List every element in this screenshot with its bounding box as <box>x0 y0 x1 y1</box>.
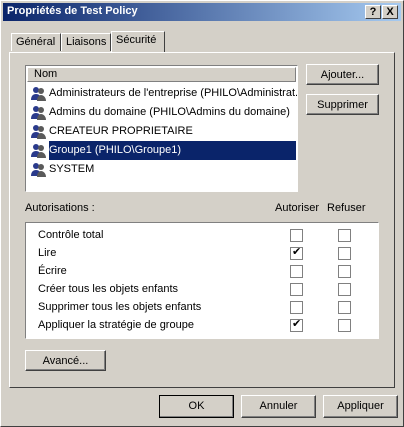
tab-links-label: Liaisons <box>66 36 107 48</box>
permission-label-apply-gpo: Appliquer la stratégie de groupe <box>38 319 194 331</box>
permission-label-delete-children: Supprimer tous les objets enfants <box>38 301 202 313</box>
advanced-button-label: Avancé... <box>42 355 89 367</box>
tab-general[interactable]: Général <box>11 33 61 51</box>
list-item[interactable]: CREATEUR PROPRIETAIRE <box>28 122 296 141</box>
list-item-label: CREATEUR PROPRIETAIRE <box>49 125 193 137</box>
group-users-icon <box>31 106 46 120</box>
ok-button-label: OK <box>188 400 205 412</box>
remove-button[interactable]: Supprimer <box>306 94 379 115</box>
permission-label-read: Lire <box>38 247 57 259</box>
deny-checkbox-delete-children[interactable] <box>338 301 351 314</box>
remove-button-label: Supprimer <box>317 99 368 111</box>
advanced-button[interactable]: Avancé... <box>25 350 106 371</box>
allow-checkbox-delete-children[interactable] <box>290 301 303 314</box>
cancel-button[interactable]: Annuler <box>241 395 316 418</box>
tab-links[interactable]: Liaisons <box>61 33 111 51</box>
allow-checkbox-apply-gpo[interactable] <box>290 317 303 332</box>
deny-column-header: Refuser <box>327 202 366 214</box>
window-title: Propriétés de Test Policy <box>7 5 138 17</box>
group-users-icon <box>31 125 46 139</box>
tab-security-label: Sécurité <box>116 34 157 46</box>
column-header-name[interactable]: Nom <box>27 67 296 82</box>
deny-checkbox-create-children[interactable] <box>338 283 351 296</box>
add-button[interactable]: Ajouter... <box>306 64 379 85</box>
deny-checkbox-full-control[interactable] <box>338 229 351 242</box>
list-item-selected[interactable]: Groupe1 (PHILO\Groupe1) <box>28 141 296 160</box>
apply-button[interactable]: Appliquer <box>323 395 398 418</box>
deny-checkbox-write[interactable] <box>338 265 351 278</box>
allow-checkbox-write[interactable] <box>290 265 303 278</box>
group-users-icon <box>31 144 46 158</box>
list-item-label: Groupe1 (PHILO\Groupe1) <box>49 144 182 156</box>
principals-list[interactable]: Nom Administrateurs de l'entreprise (PHI… <box>25 65 298 192</box>
list-item[interactable]: SYSTEM <box>28 160 296 179</box>
permission-label-full-control: Contrôle total <box>38 229 104 241</box>
tab-general-label: Général <box>16 36 56 48</box>
list-item[interactable]: Admins du domaine (PHILO\Admins du domai… <box>28 103 296 122</box>
close-button[interactable]: X <box>382 5 398 19</box>
cancel-button-label: Annuler <box>259 400 298 412</box>
permissions-list: Contrôle total Lire Écrire Créer tous le… <box>25 222 379 339</box>
title-bar[interactable]: Propriétés de Test Policy ? X <box>3 3 401 21</box>
group-users-icon <box>31 163 46 177</box>
apply-button-label: Appliquer <box>337 400 384 412</box>
deny-checkbox-read[interactable] <box>338 247 351 260</box>
deny-checkbox-apply-gpo[interactable] <box>338 319 351 332</box>
list-item-label: Admins du domaine (PHILO\Admins du domai… <box>49 106 290 118</box>
ok-button[interactable]: OK <box>159 395 234 418</box>
permission-label-create-children: Créer tous les objets enfants <box>38 283 179 295</box>
list-item-label: SYSTEM <box>49 163 95 175</box>
allow-checkbox-full-control[interactable] <box>290 229 303 242</box>
permissions-label: Autorisations : <box>25 202 95 214</box>
tab-security[interactable]: Sécurité <box>111 31 165 52</box>
allow-checkbox-read[interactable] <box>290 245 303 260</box>
list-item-label: Administrateurs de l'entreprise (PHILO\A… <box>49 87 298 99</box>
permission-label-write: Écrire <box>38 265 67 277</box>
allow-column-header: Autoriser <box>275 202 320 214</box>
help-button[interactable]: ? <box>365 5 381 19</box>
group-users-icon <box>31 87 46 101</box>
properties-dialog: Propriétés de Test Policy ? X Général Li… <box>0 0 404 427</box>
allow-checkbox-create-children[interactable] <box>290 283 303 296</box>
add-button-label: Ajouter... <box>320 69 365 81</box>
list-item[interactable]: Administrateurs de l'entreprise (PHILO\A… <box>28 84 298 103</box>
